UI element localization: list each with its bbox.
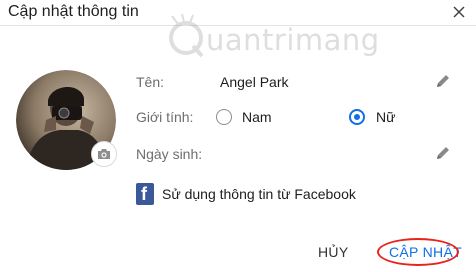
gender-radio-female[interactable] <box>349 109 365 125</box>
watermark-text: uantrimang <box>206 23 380 57</box>
change-avatar-button[interactable] <box>91 141 117 167</box>
gender-radio-male[interactable] <box>216 109 232 125</box>
facebook-icon: f <box>136 183 154 205</box>
edit-name-pencil-icon[interactable] <box>434 72 452 90</box>
gender-option-male-label[interactable]: Nam <box>242 109 272 125</box>
name-value: Angel Park <box>220 74 289 90</box>
cancel-button[interactable]: HỦY <box>318 244 348 260</box>
dialog-title: Cập nhật thông tin <box>8 3 139 20</box>
watermark-logo-icon <box>169 14 204 58</box>
birthday-label: Ngày sinh: <box>136 146 203 162</box>
edit-birthday-pencil-icon[interactable] <box>434 144 452 162</box>
use-facebook-info-label: Sử dụng thông tin từ Facebook <box>162 186 356 202</box>
watermark: uantrimang <box>166 14 386 64</box>
camera-icon <box>98 149 110 159</box>
avatar-section <box>16 70 117 170</box>
gender-option-female-label[interactable]: Nữ <box>376 109 395 125</box>
update-info-dialog: Cập nhật thông tin uantrimang Tên: Angel… <box>0 0 476 272</box>
name-label: Tên: <box>136 74 165 90</box>
gender-label: Giới tính: <box>136 109 194 125</box>
update-button[interactable]: CẬP NHẬT <box>389 244 462 260</box>
close-icon[interactable] <box>451 4 467 20</box>
